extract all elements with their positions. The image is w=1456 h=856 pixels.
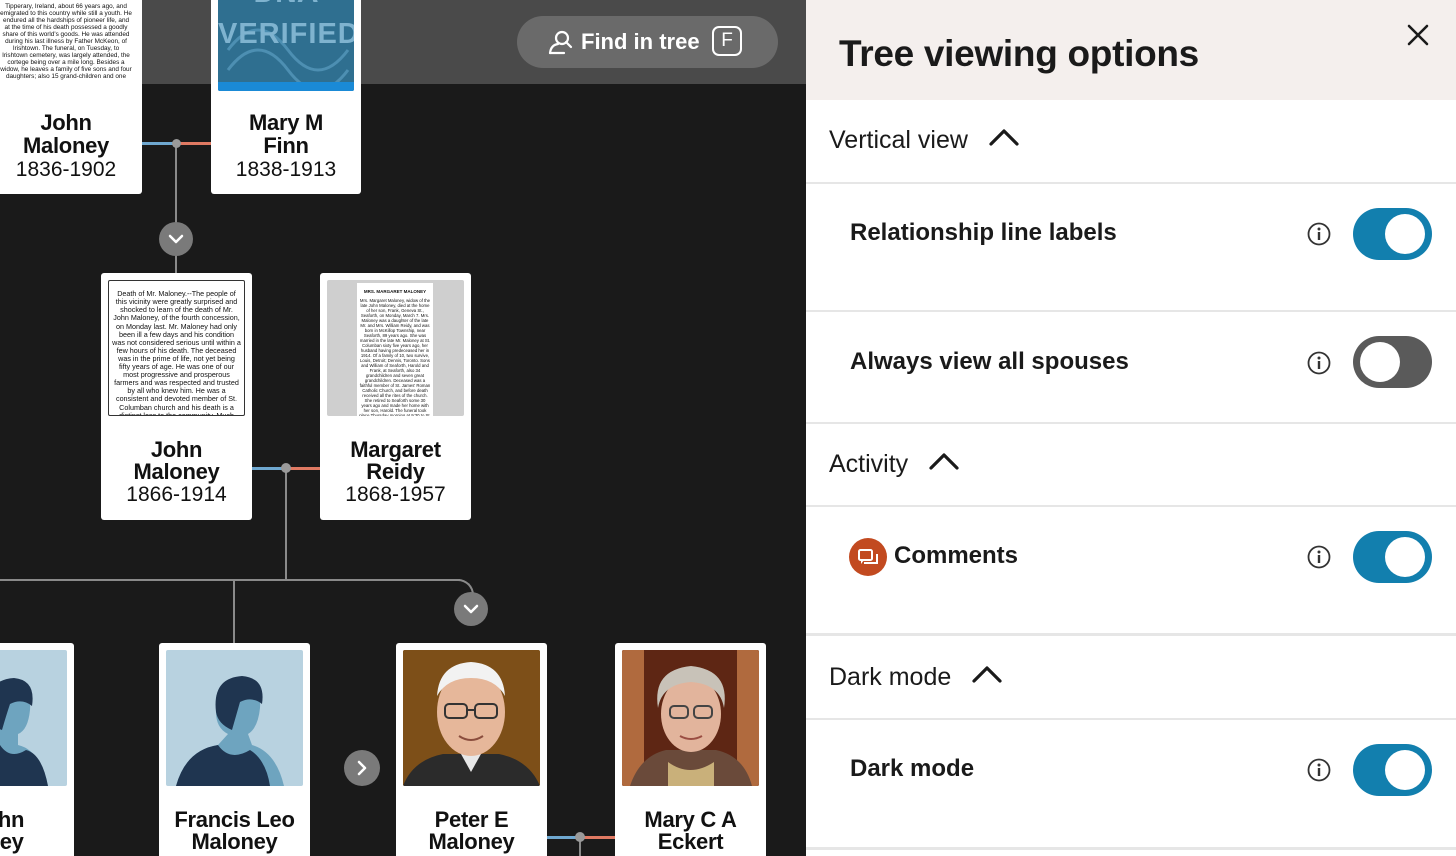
info-icon[interactable] — [1307, 351, 1331, 375]
info-icon[interactable] — [1307, 758, 1331, 782]
person-years: 1836-1902 — [15, 158, 117, 181]
chevron-up-icon[interactable] — [988, 127, 1020, 147]
section-activity[interactable]: Activity — [829, 450, 960, 479]
all-spouses-label: Always view all spouses — [850, 348, 1129, 375]
comments-toggle[interactable] — [1353, 531, 1432, 583]
chevron-up-icon[interactable] — [971, 664, 1003, 684]
dark-mode-label: Dark mode — [850, 755, 975, 782]
comments-label: Comments — [894, 542, 1019, 569]
chevron-up-icon[interactable] — [928, 451, 960, 471]
person-search-icon — [548, 30, 573, 55]
person-last-name: Eckert — [657, 829, 724, 854]
mother-line — [580, 836, 615, 839]
person-last-name: Reidy — [366, 459, 425, 484]
person-first-name: John — [40, 110, 92, 135]
person-first-name: Mary M — [249, 110, 323, 135]
expand-chevron-button[interactable] — [454, 592, 488, 626]
person-card[interactable]: DNA VERIFIED Mary M Finn 1838-1913 — [211, 0, 361, 194]
person-first-name: Margaret — [350, 437, 441, 462]
person-card[interactable]: Peter E Maloney — [396, 643, 547, 856]
child-line — [233, 580, 235, 644]
person-card[interactable]: Death of Mr. Maloney.--The people of thi… — [101, 273, 252, 520]
person-last-name: Maloney — [23, 133, 109, 158]
person-last-name: Finn — [263, 133, 309, 158]
person-last-name: Maloney — [428, 829, 515, 854]
mother-line — [176, 142, 211, 145]
person-card[interactable]: John oney — [0, 643, 74, 856]
union-dot — [281, 463, 291, 473]
relationship-labels-label: Relationship line labels — [850, 219, 1117, 246]
obituary-clipping: Death of Mr. Maloney.--The people of thi… — [108, 280, 245, 416]
badge-line-1: DNA — [218, 0, 354, 10]
person-first-name: Francis Leo — [174, 807, 295, 832]
divider — [806, 847, 1456, 850]
dark-mode-toggle[interactable] — [1353, 744, 1432, 796]
avatar-placeholder — [0, 650, 67, 786]
expand-chevron-button[interactable] — [159, 222, 193, 256]
info-icon[interactable] — [1307, 222, 1331, 246]
chevron-right-icon — [357, 760, 367, 776]
divider — [806, 422, 1456, 424]
person-card[interactable]: Mary C A Eckert — [615, 643, 766, 856]
all-spouses-toggle[interactable] — [1353, 336, 1432, 388]
mother-line — [286, 467, 320, 470]
keyboard-shortcut-badge: F — [712, 26, 742, 56]
person-photo — [403, 650, 540, 786]
person-first-name: Mary C A — [644, 807, 737, 832]
next-siblings-button[interactable] — [344, 750, 380, 786]
section-title: Activity — [829, 450, 909, 478]
person-first-name: John — [150, 437, 203, 462]
person-years: 1868-1957 — [345, 483, 446, 506]
divider — [806, 633, 1456, 636]
descent-line — [285, 468, 287, 580]
comments-icon — [849, 538, 887, 576]
badge-line-2: VERIFIED — [218, 18, 354, 50]
divider — [806, 505, 1456, 507]
chevron-down-icon — [168, 234, 184, 244]
family-tree-canvas[interactable]: Tipperary, Ireland, about 66 years ago, … — [0, 0, 806, 856]
male-silhouette-icon — [176, 676, 284, 786]
obituary-clipping: Tipperary, Ireland, about 66 years ago, … — [0, 0, 132, 88]
panel-title: Tree viewing options — [839, 33, 1199, 74]
person-first-name: John — [0, 807, 25, 832]
obituary-clipping: MRS. MARGARET MALONEY Mrs. Margaret Malo… — [327, 280, 464, 416]
portrait-image — [622, 650, 759, 786]
person-photo — [622, 650, 759, 786]
union-dot — [172, 139, 181, 148]
info-icon[interactable] — [1307, 545, 1331, 569]
person-years: 1838-1913 — [235, 158, 337, 181]
sibling-line — [0, 579, 460, 581]
person-card[interactable]: Francis Leo Maloney — [159, 643, 310, 856]
section-dark-mode[interactable]: Dark mode — [829, 663, 1003, 692]
father-line — [142, 142, 176, 145]
person-card[interactable]: Tipperary, Ireland, about 66 years ago, … — [0, 0, 142, 194]
section-title: Vertical view — [829, 126, 968, 154]
divider — [806, 182, 1456, 184]
male-silhouette-icon — [0, 678, 48, 786]
person-years: 1866-1914 — [126, 483, 227, 506]
portrait-image — [403, 650, 540, 786]
person-last-name: Maloney — [133, 459, 220, 484]
person-card[interactable]: MRS. MARGARET MALONEY Mrs. Margaret Malo… — [320, 273, 471, 520]
avatar-placeholder — [166, 650, 303, 786]
dna-verified-badge: DNA VERIFIED — [218, 0, 354, 91]
union-dot — [575, 832, 585, 842]
find-in-tree-label: Find in tree — [581, 29, 700, 54]
find-in-tree-button[interactable]: Find in tree F — [517, 16, 778, 68]
person-first-name: Peter E — [434, 807, 509, 832]
relationship-labels-toggle[interactable] — [1353, 208, 1432, 260]
section-title: Dark mode — [829, 663, 952, 691]
section-vertical-view[interactable]: Vertical view — [829, 126, 1020, 155]
panel-header: Tree viewing options — [806, 0, 1456, 100]
close-icon[interactable] — [1406, 23, 1430, 47]
divider — [806, 310, 1456, 312]
person-last-name: oney — [0, 829, 24, 854]
divider — [806, 718, 1456, 720]
chevron-down-icon — [463, 604, 479, 614]
person-last-name: Maloney — [191, 829, 278, 854]
tree-viewing-options-panel: Tree viewing options Vertical view Relat… — [806, 0, 1456, 856]
